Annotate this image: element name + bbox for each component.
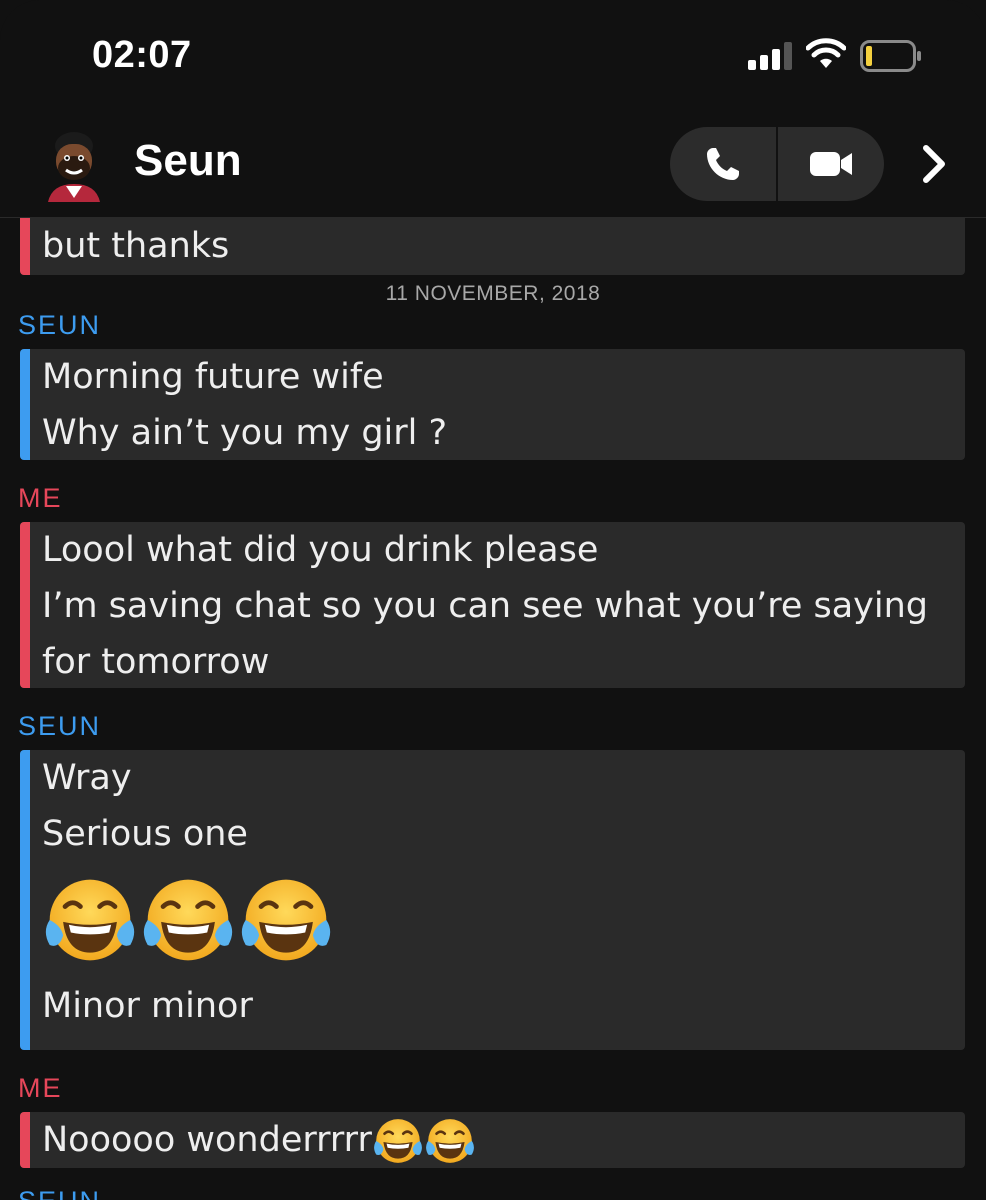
message-line: but thanks xyxy=(42,226,230,266)
chevron-right-icon[interactable] xyxy=(918,142,950,186)
wifi-icon xyxy=(806,38,846,68)
video-camera-icon xyxy=(810,152,852,176)
sender-label: ME xyxy=(18,1073,63,1103)
message-line: for tomorrow xyxy=(42,642,270,682)
message-bubble[interactable]: Loool what did you drink please I’m savi… xyxy=(20,522,965,688)
message-line-with-emoji: Nooooo wonderrrrr xyxy=(42,1112,949,1168)
message-line: Loool what did you drink please xyxy=(42,530,599,570)
inline-emojis xyxy=(372,1115,476,1167)
sender-label: SEUN xyxy=(18,711,102,741)
face-with-tears-of-joy-icon xyxy=(238,872,334,968)
face-with-tears-of-joy-icon xyxy=(372,1115,424,1167)
date-separator: 11 NOVEMBER, 2018 xyxy=(385,282,601,305)
them-accent-bar xyxy=(20,349,30,460)
message-bubble[interactable]: Morning future wife Why ain’t you my gir… xyxy=(20,349,965,460)
chat-header: Seun xyxy=(0,100,986,218)
status-time: 02:07 xyxy=(92,34,192,76)
face-with-tears-of-joy-icon xyxy=(424,1115,476,1167)
cellular-signal-icon xyxy=(748,42,792,70)
message-bubble[interactable]: but thanks xyxy=(20,218,965,275)
message-bubble[interactable]: Nooooo wonderrrrr xyxy=(20,1112,965,1168)
emoji-message xyxy=(42,862,949,978)
message-line: Morning future wife xyxy=(42,357,384,397)
contact-name[interactable]: Seun xyxy=(134,136,242,186)
sender-label: SEUN xyxy=(18,1186,101,1200)
avatar[interactable] xyxy=(44,124,104,202)
chat-screen: 02:07 Seun but thanks 11 NOVEMBER, 2018 … xyxy=(0,0,986,1200)
message-line: Wray xyxy=(42,758,132,798)
me-accent-bar xyxy=(20,522,30,688)
me-accent-bar xyxy=(20,1112,30,1168)
battery-low-icon xyxy=(860,40,921,72)
video-call-button[interactable] xyxy=(778,127,884,201)
message-bubble[interactable]: Wray Serious one Minor minor xyxy=(20,750,965,1050)
voice-call-button[interactable] xyxy=(670,127,776,201)
message-line: Serious one xyxy=(42,814,248,854)
sender-label: ME xyxy=(18,483,63,513)
call-buttons xyxy=(670,127,884,201)
message-line: I’m saving chat so you can see what you’… xyxy=(42,586,929,626)
message-line: Minor minor xyxy=(42,986,253,1026)
sender-label: SEUN xyxy=(18,310,102,340)
them-accent-bar xyxy=(20,750,30,1050)
message-list[interactable]: but thanks 11 NOVEMBER, 2018 SEUN Mornin… xyxy=(0,218,986,1200)
me-accent-bar xyxy=(20,218,30,275)
face-with-tears-of-joy-icon xyxy=(140,872,236,968)
phone-icon xyxy=(707,148,739,180)
face-with-tears-of-joy-icon xyxy=(42,872,138,968)
message-text: Nooooo wonderrrrr xyxy=(42,1120,372,1160)
message-line: Why ain’t you my girl ? xyxy=(42,413,448,453)
